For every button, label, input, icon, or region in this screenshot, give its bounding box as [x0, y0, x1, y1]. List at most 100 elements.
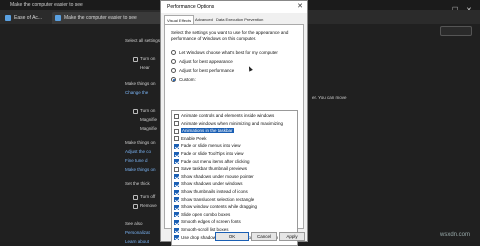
- ok-button[interactable]: OK: [215, 232, 249, 241]
- list-item-label: Show shadows under mouse pointer: [181, 173, 254, 179]
- checkbox-icon[interactable]: [174, 159, 179, 165]
- list-item-label: Show thumbnails instead of icons: [181, 189, 248, 194]
- background-text-fragment: er. You can move: [312, 95, 347, 100]
- visual-effects-panel: Select the settings you want to use for …: [164, 24, 304, 246]
- background-text: Set the thick: [125, 181, 150, 186]
- radio-option[interactable]: Adjust for best appearance: [171, 58, 233, 65]
- list-item-label: Show window contents while dragging: [181, 204, 258, 210]
- radio-label: Custom:: [179, 77, 196, 82]
- checkbox-icon[interactable]: [174, 189, 179, 195]
- list-item[interactable]: Show thumbnails instead of icons: [174, 189, 248, 195]
- tab-make-computer-easier[interactable]: Make the computer easier to see: [52, 12, 162, 24]
- list-item-label: Slide open combo boxes: [181, 211, 231, 217]
- apply-button[interactable]: Apply: [279, 232, 305, 241]
- tab-data-execution-prevention[interactable]: Data Execution Prevention: [214, 15, 265, 24]
- background-link[interactable]: Adjust the co: [125, 149, 151, 154]
- tab-visual-effects[interactable]: Visual Effects: [164, 15, 195, 24]
- list-item-label: Animate windows when minimizing and maxi…: [181, 120, 284, 126]
- checkbox-icon[interactable]: [174, 143, 179, 149]
- list-item[interactable]: Show window contents while dragging: [174, 204, 257, 210]
- checkbox-icon[interactable]: [174, 181, 179, 187]
- checkbox-icon[interactable]: [174, 204, 179, 210]
- checkbox-icon[interactable]: [174, 113, 179, 119]
- background-text[interactable]: Turn off: [140, 194, 155, 199]
- dialog-tabs: Visual Effects Advanced Data Execution P…: [161, 15, 307, 24]
- checkbox-icon[interactable]: [174, 212, 179, 218]
- background-link[interactable]: Personalizat: [125, 230, 150, 235]
- list-item-label: Animate controls and elements inside win…: [181, 113, 275, 118]
- performance-options-dialog: Performance Options ✕ Visual Effects Adv…: [160, 0, 308, 246]
- control-panel-icon: [5, 15, 11, 21]
- radio-option[interactable]: Custom:: [171, 76, 196, 83]
- radio-option[interactable]: Adjust for best performance: [171, 67, 234, 74]
- checkbox-icon[interactable]: [174, 151, 179, 157]
- background-link[interactable]: Change the: [125, 90, 148, 95]
- list-item[interactable]: Fade or slide ToolTips into view: [174, 151, 244, 157]
- background-text: Magnifie: [140, 117, 158, 122]
- background-link[interactable]: Fine tune d: [125, 158, 148, 163]
- list-item[interactable]: Fade or slide menus into view: [174, 143, 241, 149]
- background-checkbox[interactable]: [133, 109, 138, 114]
- intro-text: Select the settings you want to use for …: [171, 30, 289, 41]
- radio-label: Adjust for best performance: [179, 68, 235, 73]
- search-input[interactable]: [440, 26, 472, 36]
- checkbox-icon[interactable]: [174, 136, 179, 142]
- checkbox-icon[interactable]: [174, 235, 179, 241]
- background-checkbox[interactable]: [133, 204, 138, 209]
- list-item[interactable]: Show shadows under mouse pointer: [174, 174, 254, 180]
- effects-list[interactable]: Animate controls and elements inside win…: [171, 110, 298, 246]
- background-text: Hear: [140, 65, 150, 70]
- background-link[interactable]: Make things on: [125, 167, 156, 172]
- radio-button-icon[interactable]: [171, 50, 176, 55]
- control-panel-icon: [55, 15, 61, 21]
- background-text[interactable]: Turn on: [140, 56, 155, 61]
- checkbox-icon[interactable]: [174, 166, 179, 172]
- list-item[interactable]: Slide open combo boxes: [174, 212, 230, 218]
- radio-button-icon[interactable]: [171, 68, 176, 73]
- list-item[interactable]: Smooth edges of screen fonts: [174, 219, 241, 225]
- list-item[interactable]: Show translucent selection rectangle: [174, 197, 254, 203]
- checkbox-icon[interactable]: [174, 121, 179, 127]
- background-window-title: Make the computer easier to see: [10, 2, 83, 8]
- list-item-label: Enable Peek: [181, 135, 207, 141]
- radio-button-icon[interactable]: [171, 59, 176, 64]
- tab-ease-of-access[interactable]: Ease of Ac...: [2, 12, 50, 24]
- cancel-button[interactable]: Cancel: [251, 232, 277, 241]
- list-item[interactable]: Show shadows under windows: [174, 181, 243, 187]
- radio-label: Adjust for best appearance: [179, 59, 233, 64]
- dialog-title-bar: Performance Options ✕: [161, 1, 307, 13]
- background-checkbox[interactable]: [133, 57, 138, 62]
- radio-button-icon[interactable]: [171, 77, 176, 82]
- list-item-label: Fade or slide menus into view: [181, 143, 241, 149]
- tab-label: Make the computer easier to see: [64, 15, 137, 21]
- tab-advanced[interactable]: Advanced: [193, 15, 215, 24]
- radio-label: Let Windows choose what's best for my co…: [179, 50, 278, 55]
- list-item-label: Fade or slide ToolTips into view: [181, 151, 244, 156]
- close-icon[interactable]: ✕: [297, 1, 303, 13]
- list-item[interactable]: Save taskbar thumbnail previews: [174, 166, 247, 172]
- background-text: Make things on: [125, 140, 156, 145]
- background-checkbox[interactable]: [133, 195, 138, 200]
- background-text[interactable]: Turn on: [140, 108, 155, 113]
- radio-option[interactable]: Let Windows choose what's best for my co…: [171, 49, 278, 56]
- checkbox-icon[interactable]: [174, 197, 179, 203]
- checkbox-icon[interactable]: [174, 128, 179, 134]
- list-item[interactable]: Animate windows when minimizing and maxi…: [174, 121, 283, 127]
- watermark: wsxdn.com: [440, 232, 471, 238]
- list-item[interactable]: Animations in the taskbar: [174, 128, 234, 134]
- list-item-label: Fade out menu items after clicking: [181, 158, 250, 164]
- list-item[interactable]: Fade out menu items after clicking: [174, 159, 250, 165]
- checkbox-icon[interactable]: [174, 219, 179, 225]
- background-text[interactable]: Remove: [140, 203, 157, 208]
- background-text: Select all settings: [125, 38, 161, 43]
- checkbox-icon[interactable]: [174, 227, 179, 233]
- list-item-label: Smooth edges of screen fonts: [181, 219, 241, 225]
- list-item[interactable]: Enable Peek: [174, 136, 207, 142]
- dialog-title: Performance Options: [167, 4, 215, 10]
- tab-label: Ease of Ac...: [14, 15, 43, 21]
- list-item[interactable]: Animate controls and elements inside win…: [174, 113, 274, 119]
- checkbox-icon[interactable]: [174, 174, 179, 180]
- background-text: Make things on: [125, 81, 156, 86]
- background-text: Magnifie: [140, 126, 158, 131]
- list-item-label: Save taskbar thumbnail previews: [181, 166, 248, 172]
